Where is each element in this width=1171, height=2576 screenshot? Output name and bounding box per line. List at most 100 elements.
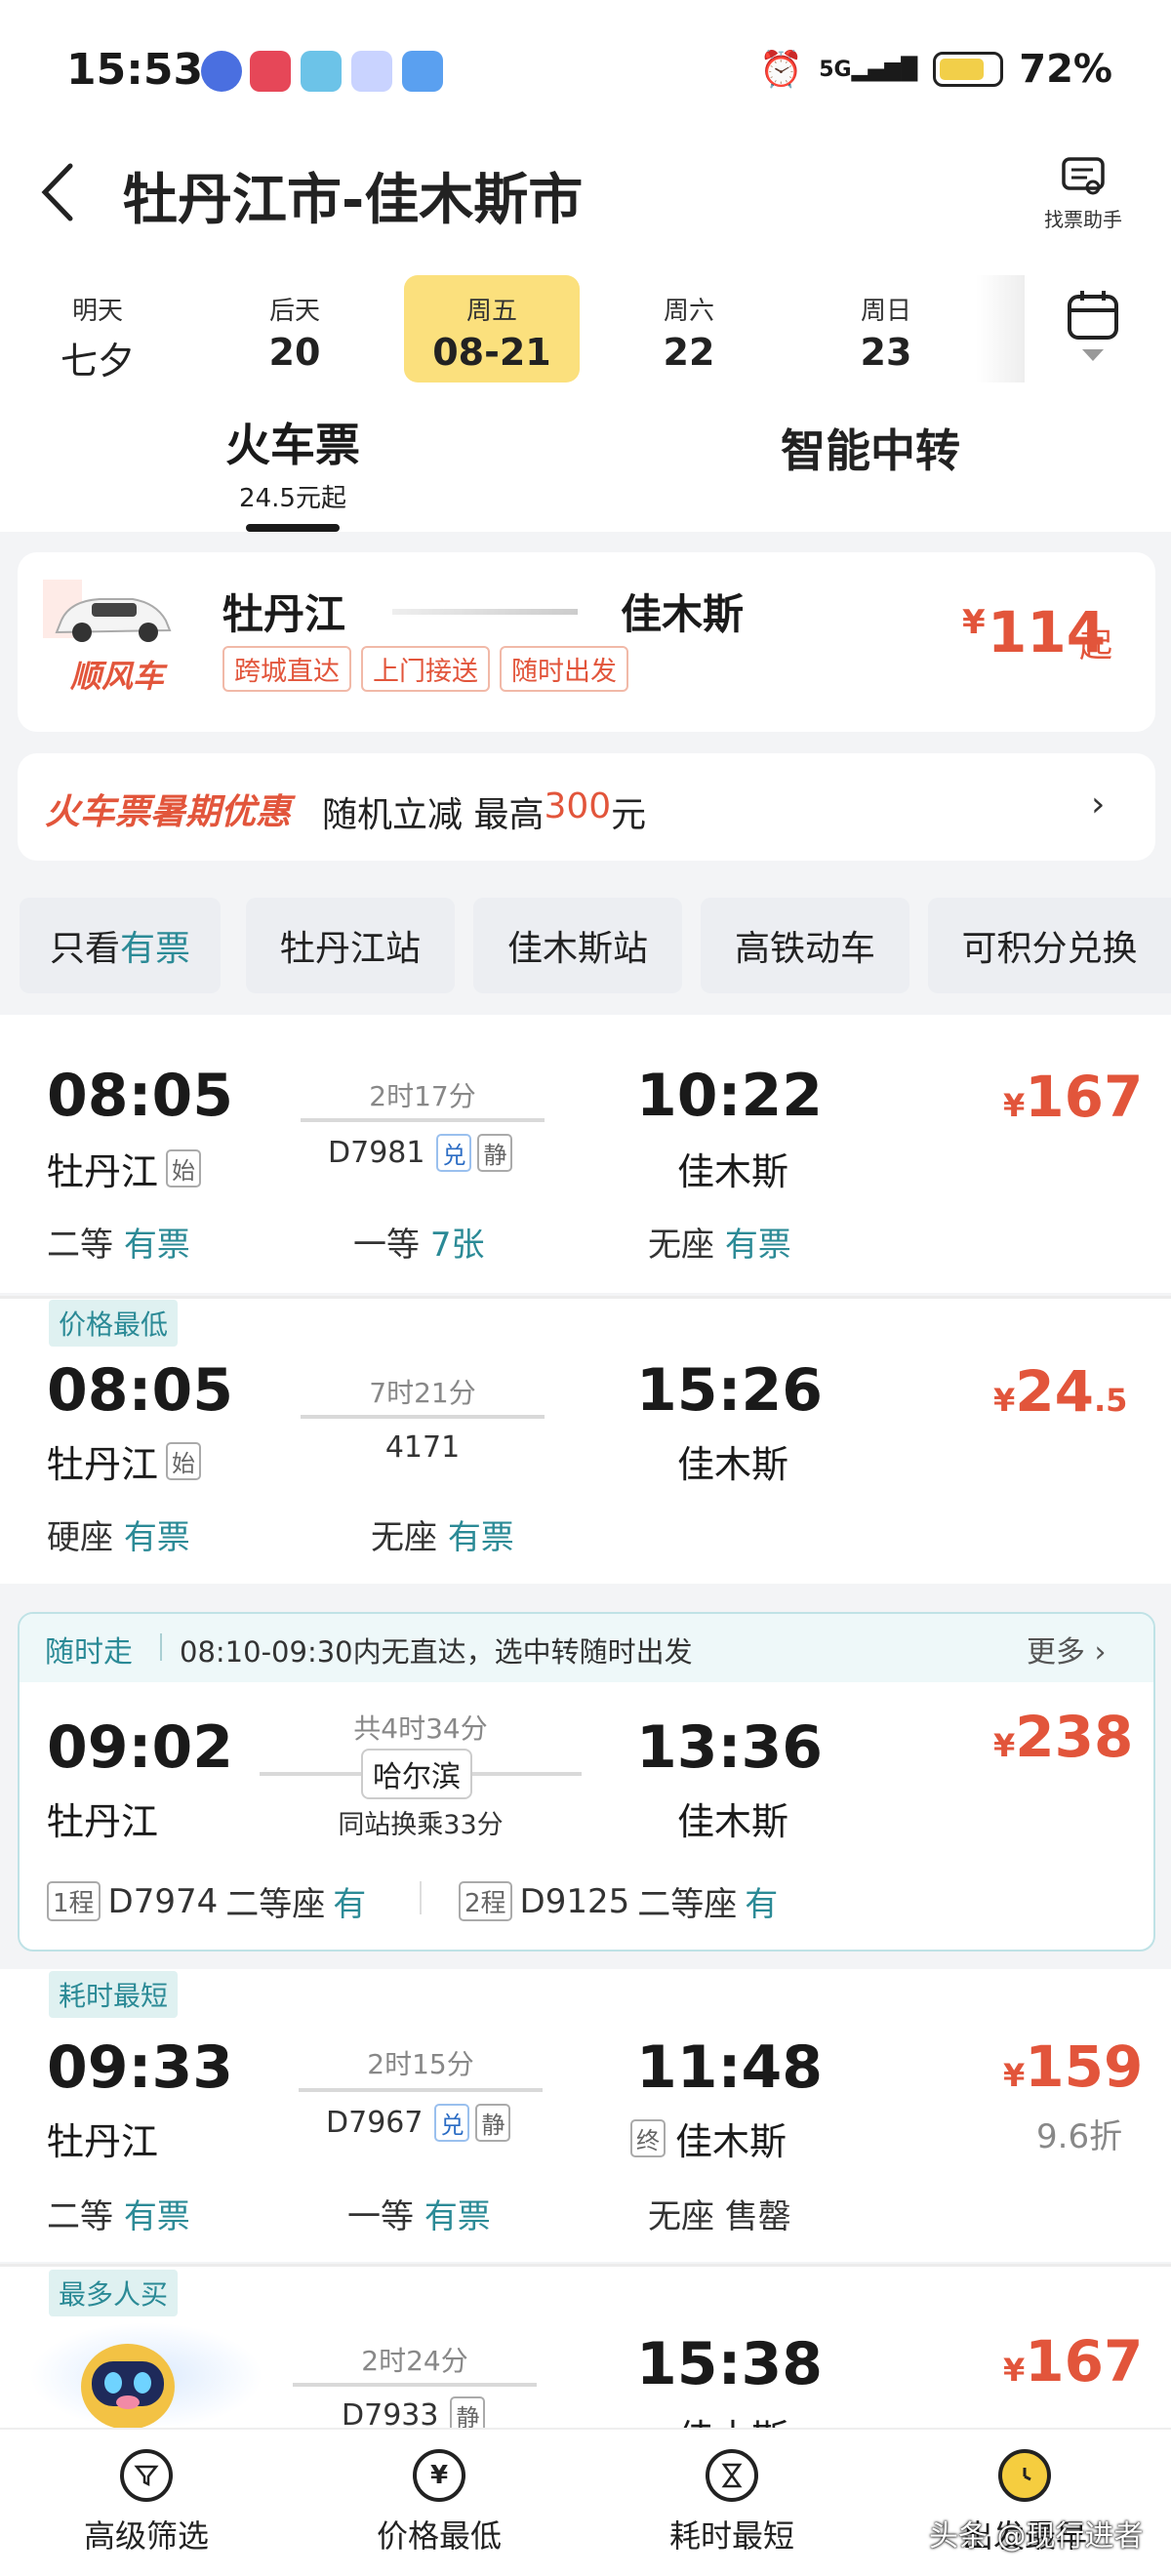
seat-availability: 无座 售罄 [648,2190,791,2237]
departure-station: 牡丹江 始 [47,1434,202,1488]
price-decimal: .5 [1093,1382,1128,1419]
train-number: 4171 [384,1430,461,1465]
tab-train-label: 火车票 [225,419,360,471]
route-line [293,2383,537,2387]
seat-status: 有票 [724,1226,791,1265]
leg-seat: 二等座 [637,1885,738,1924]
route-line [299,2088,543,2092]
seat-availability: 硬座 有票 [47,1510,190,1558]
ticket-helper-button[interactable]: 找票助手 [1034,156,1132,232]
tab-smart-transfer[interactable]: 智能中转 [781,416,960,480]
leg-train: D9125 [519,1881,630,1921]
promo-unit: 元 [611,795,647,835]
filter-chip[interactable]: 佳木斯站 [473,898,682,993]
filter-chip[interactable]: 高铁动车 [701,898,909,993]
seat-availability: 一等 有票 [347,2190,491,2237]
route-line [301,1118,545,1122]
date-item[interactable]: 明天 七夕 [10,275,185,382]
duration: 2时17分 [369,1080,476,1112]
currency-symbol: ¥ [1003,1087,1026,1124]
redeem-tag: 兑 [434,2104,470,2142]
date-item[interactable]: 周六 22 [601,275,777,382]
tab-train-tickets[interactable]: 火车票 24.5元起 [195,410,390,514]
seat-availability: 二等 有票 [47,1218,190,1266]
app-icon-weather [402,51,443,92]
terminal-tag: 终 [630,2119,666,2157]
seat-availability: 二等 有票 [47,2190,190,2237]
ticket-helper-icon [1062,157,1105,195]
filter-only-prefix: 只看 [49,929,120,969]
tab-underline [246,524,340,532]
carpool-tag: 上门接送 [361,646,490,692]
date-item-selected[interactable]: 周五 08-21 [404,275,580,382]
duration: 2时24分 [361,2345,468,2377]
departure-station: 牡丹江 [47,2120,159,2163]
filter-only-highlight: 有票 [120,929,191,969]
app-icon-mascot [351,51,392,92]
shortest-time-badge: 耗时最短 [49,1971,179,2018]
arrival-station: 佳木斯 [677,1800,789,1843]
ticket-price: ¥238 [993,1704,1133,1770]
sort-advanced-filter[interactable]: 高级筛选 [39,2449,254,2556]
date-item[interactable]: 周日 23 [798,275,974,382]
ticket-helper-label: 找票助手 [1044,208,1122,231]
price-value: 24 [1015,1358,1094,1425]
header-separator [160,1633,162,1661]
carpool-price-suffix: 起 [1079,626,1112,665]
carpool-card[interactable] [18,552,1155,732]
filter-chip[interactable]: 可积分兑换 [928,898,1171,993]
transfer-station: 哈尔滨 [361,1749,472,1799]
date-strip-fade [976,275,1025,382]
clock-icon [998,2449,1051,2502]
sort-label: 价格最低 [376,2517,502,2555]
seat-availability: 无座 有票 [371,1510,514,1558]
filter-icon [120,2449,173,2502]
train-info: D7981 兑 静 [328,1134,513,1172]
departure-station-name: 牡丹江 [47,1443,159,1486]
seat-name: 硬座 [47,1518,113,1557]
hourglass-icon [706,2449,758,2502]
chevron-left-icon [41,163,73,221]
train-info: D7967 兑 静 [326,2104,511,2142]
date-weekday: 周日 [860,297,911,326]
arrival-time: 15:26 [636,1356,823,1425]
origin-tag: 始 [166,1149,202,1187]
chevron-right-icon: › [1094,1635,1107,1670]
sort-lowest-price[interactable]: ¥ 价格最低 [332,2449,546,2556]
seat-name: 一等 [353,1226,420,1265]
currency-symbol: ¥ [1003,2057,1026,2094]
currency-symbol: ¥ [993,1382,1016,1419]
transfer-leg: 1程 D7974 二等座 有 [47,1877,366,1925]
seat-name: 二等 [47,2197,113,2236]
date-number: 08-21 [432,331,551,374]
seat-status: 有票 [123,2197,190,2236]
arrival-station-name: 佳木斯 [675,2120,787,2163]
sort-label: 高级筛选 [83,2517,209,2555]
ticket-tabs [0,385,1171,532]
ticket-price: ¥167 [1003,2328,1143,2395]
transfer-wait: 同站换乘33分 [338,1810,504,1840]
date-weekday: 周六 [663,297,714,326]
transfer-more-link[interactable]: 更多 › [1027,1628,1107,1670]
filter-only-available[interactable]: 只看 有票 [20,898,221,993]
promo-title: 火车票暑期优惠 [45,792,292,832]
departure-time: 08:05 [47,1062,233,1130]
most-popular-badge: 最多人买 [49,2270,179,2316]
carpool-logo-text: 顺风车 [70,658,165,695]
price-value: 159 [1025,2033,1144,2100]
departure-station: 牡丹江 [47,1800,159,1843]
signal-icon: 5G▂▄▆█ [819,57,918,82]
calendar-button[interactable] [1064,289,1122,367]
battery-icon [933,52,1004,87]
date-weekday: 周五 [465,297,517,326]
back-button[interactable] [37,158,80,230]
leg-separator [420,1881,422,1914]
app-icon-book [301,51,342,92]
seat-name: 无座 [648,2197,714,2236]
ticket-price: ¥24.5 [993,1358,1127,1425]
filter-chip[interactable]: 牡丹江站 [246,898,455,993]
seat-availability: 无座 有票 [648,1218,791,1266]
sort-shortest-time[interactable]: 耗时最短 [625,2449,839,2556]
seat-status: 有票 [447,1518,514,1557]
date-item[interactable]: 后天 20 [207,275,383,382]
